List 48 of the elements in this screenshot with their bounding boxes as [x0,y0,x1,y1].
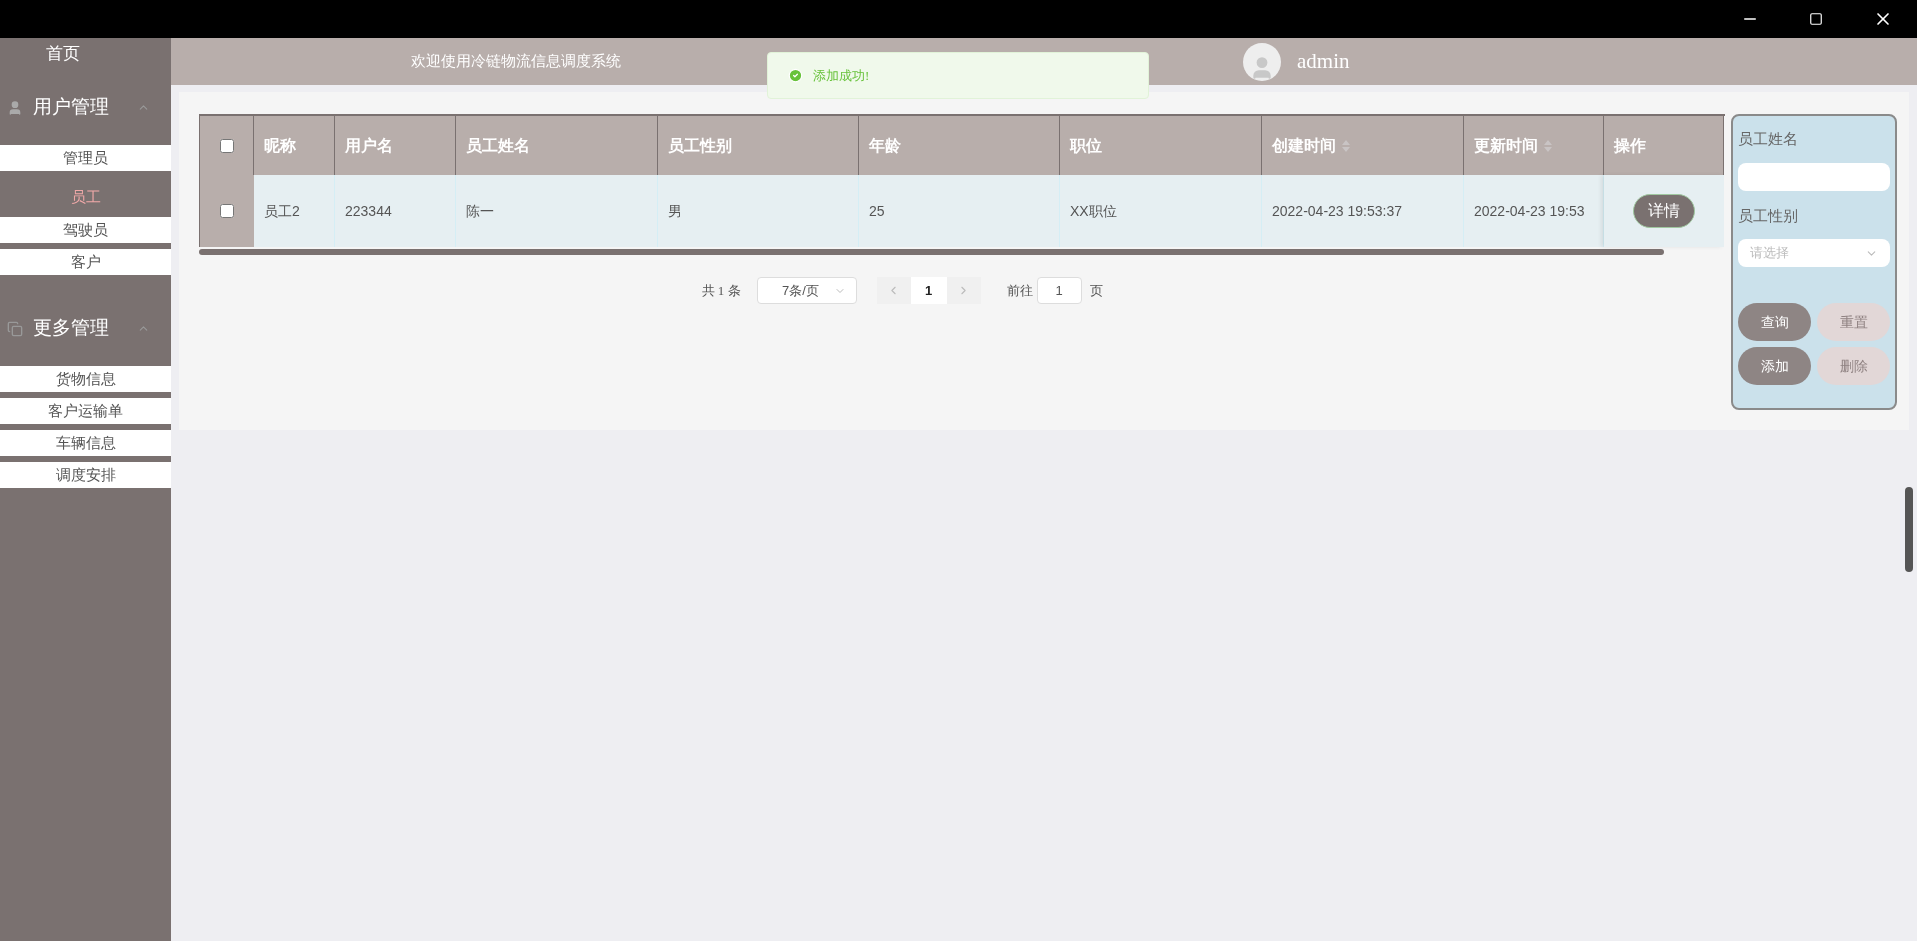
column-header: 职位 [1060,116,1262,175]
avatar [1243,42,1281,81]
sort-icon[interactable] [1544,139,1552,152]
column-header: 更新时间 [1464,116,1604,175]
field-label: 员工姓名 [1738,129,1799,149]
table-cell: 员工2 [254,175,335,247]
column-header: 用户名 [335,116,456,175]
sidebar-item[interactable]: 首页 [0,38,171,70]
table-cell: 25 [859,175,1060,247]
column-header: 员工姓名 [456,116,658,175]
page-button[interactable]: 1 [910,277,947,304]
previous-page-button[interactable] [876,277,911,304]
total-count: 共 1 条 [701,281,741,300]
name-input-field[interactable] [1738,162,1890,191]
table-cell: 2022-04-23 19:53 [1464,175,1604,247]
header-title: 欢迎使用冷链物流信息调度系统 [411,52,621,72]
page-size-select[interactable]: 7条/页 [756,277,857,304]
row-checkbox[interactable] [220,204,234,218]
column-header: 员工性别 [658,116,859,175]
next-page-button[interactable] [946,277,981,304]
user-icon [7,99,23,116]
goto-label: 前往 [1006,281,1033,300]
column-header: 创建时间 [1262,116,1464,175]
column-header: 操作 [1604,116,1724,175]
sidebar-group[interactable]: 用户管理 [0,70,171,145]
table-cell: 陈一 [456,175,658,247]
horizontal-scrollbar[interactable] [199,249,1664,255]
select-all-checkbox[interactable] [219,138,234,153]
filter-button[interactable]: 查询 [1738,303,1811,341]
sort-icon[interactable] [1342,139,1350,152]
goto-suffix: 页 [1089,281,1103,300]
column-header: 年龄 [859,116,1060,175]
table-cell: XX职位 [1060,175,1262,247]
vertical-scrollbar[interactable] [1905,487,1913,572]
sidebar-group[interactable]: 更多管理 [0,291,171,366]
toast-message: 添加成功! [767,52,1149,99]
details-button[interactable]: 详情 [1633,194,1695,228]
table-cell: 223344 [335,175,456,247]
copy-icon [7,320,23,337]
column-header: 昵称 [254,116,335,175]
table-cell: 男 [658,175,859,247]
username: admin [1297,47,1350,75]
field-label: 员工性别 [1738,205,1799,226]
table-cell: 2022-04-23 19:53:37 [1262,175,1464,247]
filter-button[interactable]: 添加 [1738,347,1811,385]
goto-page-field[interactable]: 1 [1036,277,1082,304]
success-icon [788,68,803,83]
restore-icon[interactable] [1809,12,1823,26]
